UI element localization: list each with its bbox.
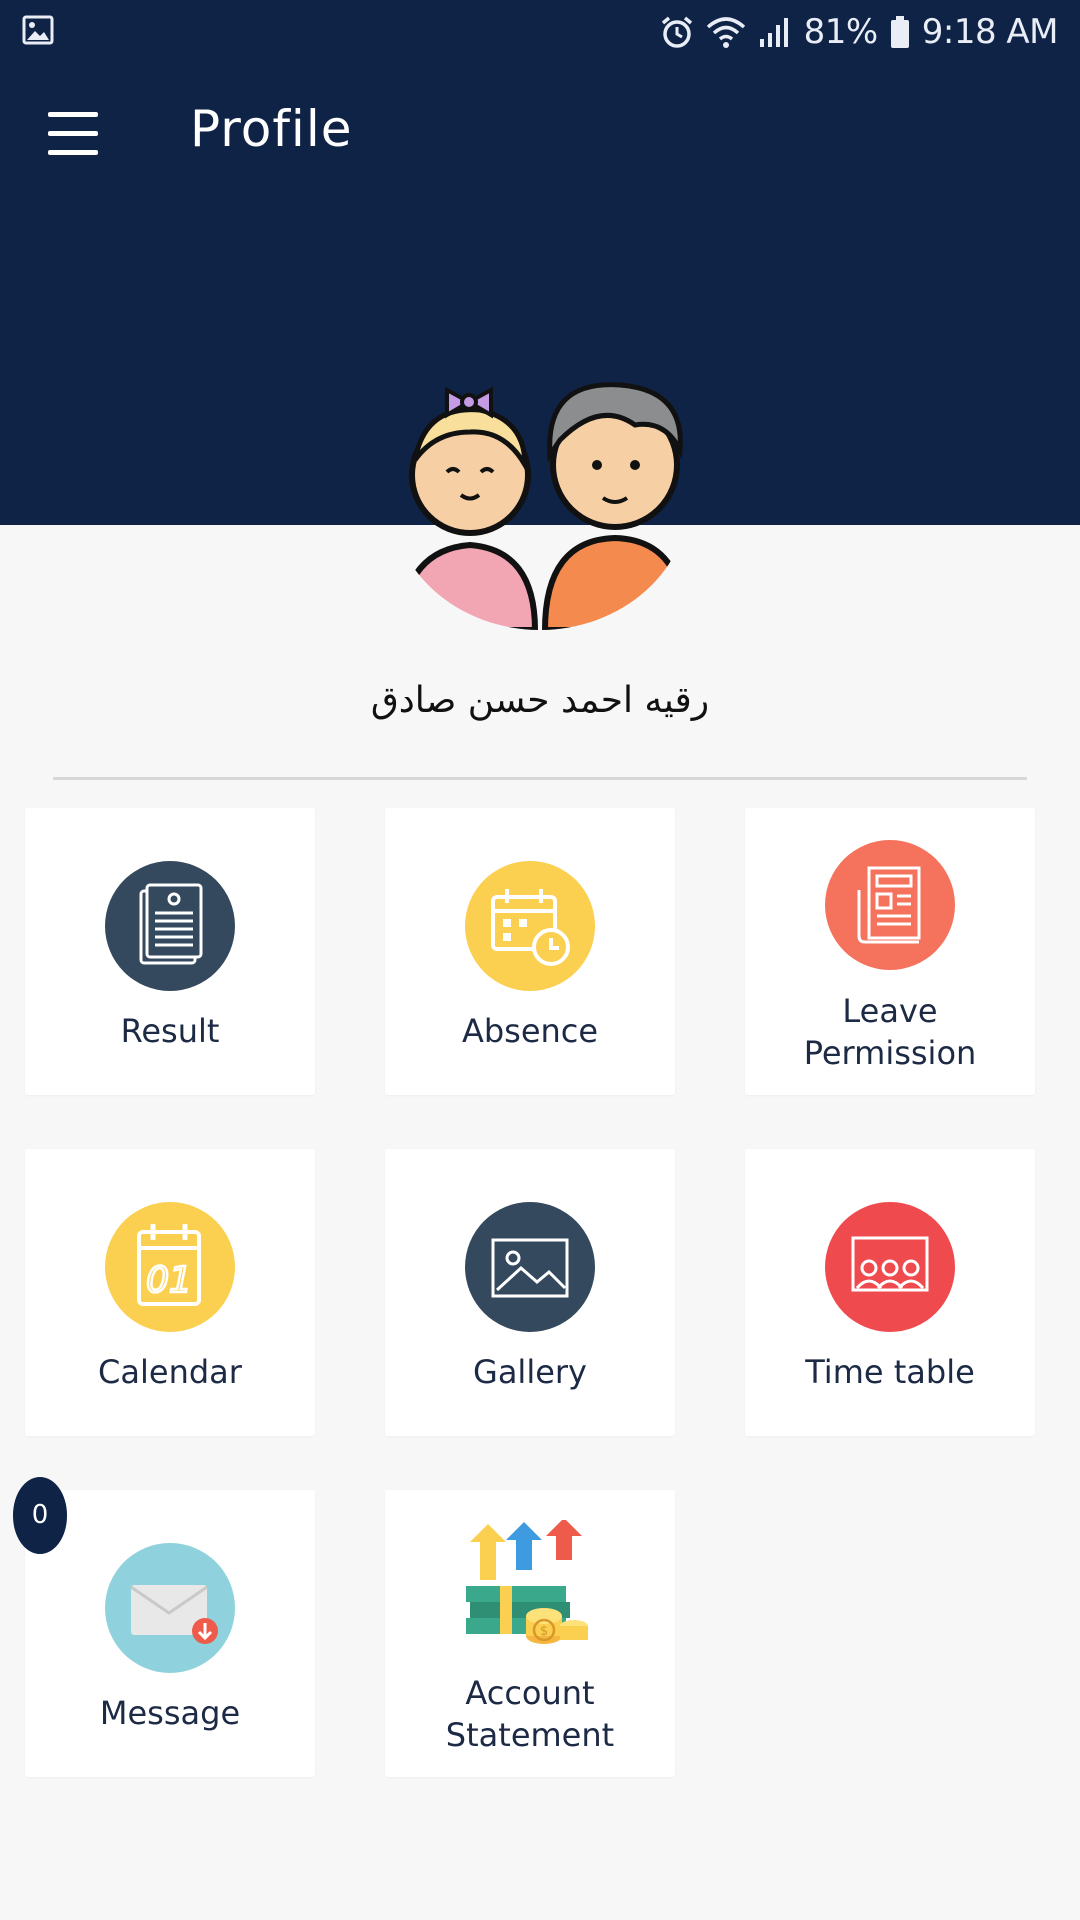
tile-label: Gallery	[473, 1353, 587, 1391]
svg-text:01: 01	[146, 1260, 192, 1301]
tile-label: Calendar	[98, 1353, 242, 1391]
result-tile[interactable]: Result	[25, 808, 315, 1095]
message-count-badge: 0	[13, 1477, 67, 1554]
tile-label: Absence	[461, 1012, 599, 1050]
classroom-board-icon	[825, 1202, 955, 1332]
page-title: Profile	[190, 100, 353, 158]
calendar-tile[interactable]: 01 Calendar	[25, 1149, 315, 1436]
hamburger-line	[48, 112, 98, 117]
children-avatar	[396, 382, 689, 630]
clock-time: 9:18 AM	[921, 12, 1059, 52]
gallery-tile[interactable]: Gallery	[385, 1149, 675, 1436]
battery-percent: 81%	[803, 12, 879, 52]
tile-label: Result	[120, 1012, 220, 1050]
tile-label: Time table	[805, 1353, 975, 1391]
svg-text:$: $	[540, 1624, 548, 1639]
tile-label: Message	[99, 1694, 241, 1732]
envelope-download-icon	[105, 1543, 235, 1673]
hamburger-line	[48, 131, 98, 136]
absence-tile[interactable]: Absence	[385, 808, 675, 1095]
tile-label: Account Statement	[445, 1674, 615, 1754]
alarm-icon	[661, 16, 692, 48]
battery-icon	[890, 16, 909, 48]
gallery-notification-icon	[22, 15, 54, 45]
message-tile[interactable]: Message	[25, 1490, 315, 1777]
account-statement-tile[interactable]: $ Account Statement	[385, 1490, 675, 1777]
hamburger-line	[48, 150, 98, 155]
app-bar: Profile	[0, 64, 1080, 212]
status-bar: 81% 9:18 AM	[0, 0, 1080, 64]
wifi-icon	[706, 17, 745, 48]
newspaper-form-icon	[825, 840, 955, 970]
calendar-clock-icon	[465, 861, 595, 991]
image-frame-icon	[465, 1202, 595, 1332]
time-table-tile[interactable]: Time table	[745, 1149, 1035, 1436]
student-name: رقيه احمد حسن صادق	[370, 680, 710, 721]
money-growth-icon: $	[466, 1520, 588, 1644]
signal-icon	[759, 18, 788, 47]
calendar-01-icon: 01	[105, 1202, 235, 1332]
leave-permission-tile[interactable]: Leave Permission	[745, 808, 1035, 1095]
divider	[53, 777, 1027, 780]
menu-button[interactable]	[40, 112, 100, 156]
report-document-icon	[105, 861, 235, 991]
tile-label: Leave Permission	[803, 992, 977, 1072]
